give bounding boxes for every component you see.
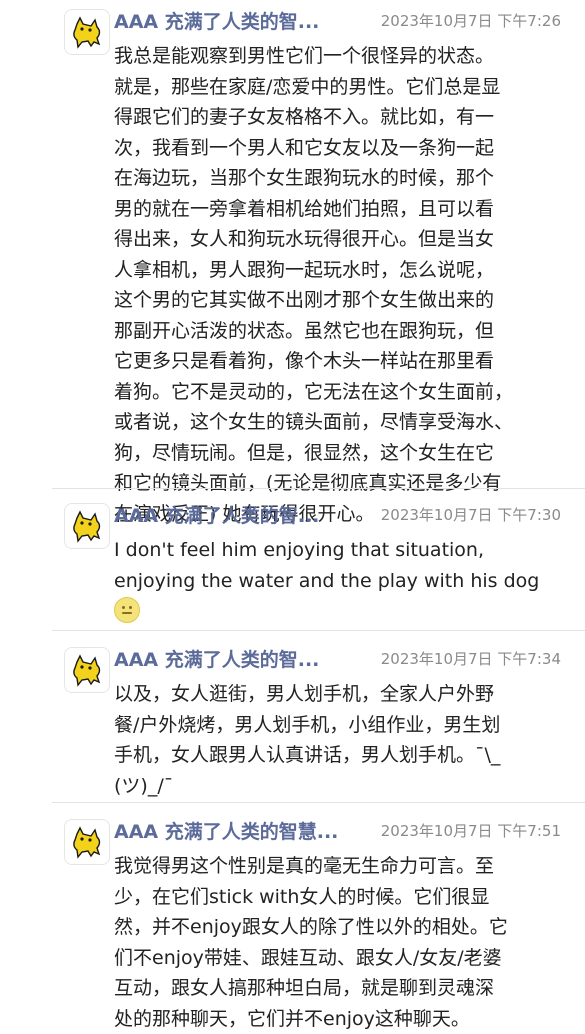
divider	[52, 630, 585, 631]
sender-name[interactable]: AAA 充满了人类的智慧...	[114, 817, 338, 844]
message-text: 以及，女人逛街，男人划手机，全家人户外野 餐/户外烧烤，男人划手机，小组作业，男…	[114, 683, 501, 797]
message-header: AAA 充满了人类的智... 2023年10月7日 下午7:26	[114, 7, 561, 33]
message-time: 2023年10月7日 下午7:34	[380, 649, 561, 668]
yellow-cat-icon	[73, 654, 101, 687]
yellow-cat-icon	[73, 510, 101, 543]
divider	[52, 802, 585, 803]
yellow-cat-icon	[73, 16, 101, 49]
avatar[interactable]	[64, 647, 110, 693]
message-item[interactable]: AAA 充满了人类的智... 2023年10月7日 下午7:26 我总是能观察到…	[0, 0, 585, 525]
sender-name[interactable]: AAA 充满了人类的智...	[114, 645, 319, 672]
neutral-face-emoji-icon	[114, 597, 140, 623]
message-feed: AAA 充满了人类的智... 2023年10月7日 下午7:26 我总是能观察到…	[0, 0, 585, 1030]
avatar[interactable]	[64, 819, 110, 865]
message-text: I don't feel him enjoying that situation…	[114, 535, 561, 627]
message-text-body: I don't feel him enjoying that situation…	[114, 539, 540, 592]
message-item[interactable]: AAA 充满了人类的智... 2023年10月7日 下午7:34 以及，女人逛街…	[0, 638, 585, 798]
sender-name[interactable]: AAA 充满了人类的智...	[114, 7, 319, 34]
message-text: 我总是能观察到男性它们一个很怪异的状态。 就是，那些在家庭/恋爱中的男性。它们总…	[114, 45, 514, 525]
message-content: AAA 充满了人类的智慧... 2023年10月7日 下午7:51 我觉得男这个…	[114, 810, 561, 1034]
message-content: AAA 充满了人类的智... 2023年10月7日 下午7:26 我总是能观察到…	[114, 0, 561, 529]
sender-name[interactable]: AAA 充满了人类的智...	[114, 501, 319, 528]
message-item[interactable]: AAA 充满了人类的智慧... 2023年10月7日 下午7:51 我觉得男这个…	[0, 810, 585, 1030]
message-time: 2023年10月7日 下午7:30	[380, 505, 561, 524]
message-item[interactable]: AAA 充满了人类的智... 2023年10月7日 下午7:30 I don't…	[0, 494, 585, 628]
message-content: AAA 充满了人类的智... 2023年10月7日 下午7:34 以及，女人逛街…	[114, 638, 561, 801]
message-header: AAA 充满了人类的智慧... 2023年10月7日 下午7:51	[114, 817, 561, 843]
message-text: 我觉得男这个性别是真的毫无生命力可言。至 少，在它们stick with女人的时…	[114, 855, 508, 1030]
message-content: AAA 充满了人类的智... 2023年10月7日 下午7:30 I don't…	[114, 494, 561, 627]
message-time: 2023年10月7日 下午7:26	[380, 11, 561, 30]
message-header: AAA 充满了人类的智... 2023年10月7日 下午7:30	[114, 501, 561, 527]
message-header: AAA 充满了人类的智... 2023年10月7日 下午7:34	[114, 645, 561, 671]
message-time: 2023年10月7日 下午7:51	[380, 821, 561, 840]
avatar[interactable]	[64, 9, 110, 55]
avatar[interactable]	[64, 503, 110, 549]
yellow-cat-icon	[73, 826, 101, 859]
divider	[52, 488, 585, 489]
